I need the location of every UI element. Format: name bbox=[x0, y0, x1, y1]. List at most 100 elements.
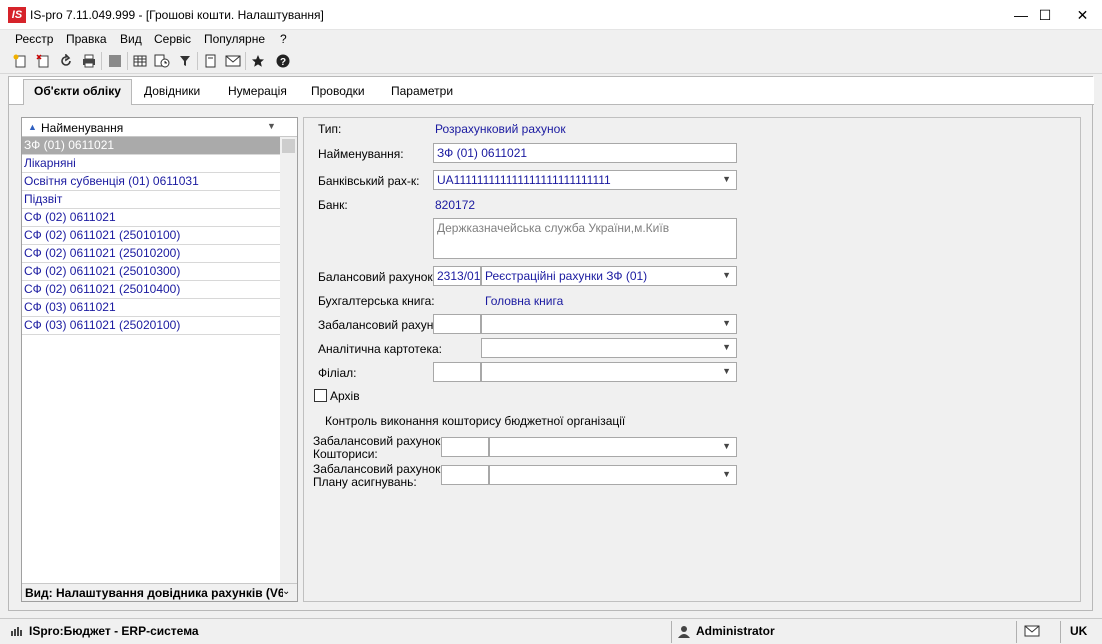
new-copy-icon[interactable] bbox=[33, 51, 53, 71]
list-item[interactable]: Освітня субвенція (01) 0611031 bbox=[22, 173, 280, 191]
balance-account-select[interactable]: Реєстраційні рахунки ЗФ (01) ▼ bbox=[481, 266, 737, 286]
title-bar: IS IS-pro 7.11.049.999 - [Грошові кошти.… bbox=[0, 0, 1102, 30]
mail-icon[interactable] bbox=[223, 51, 243, 71]
archive-label: Архів bbox=[330, 389, 360, 403]
ob-estimates-label: Забалансовий рахунок bbox=[313, 434, 441, 448]
ledger-book-label: Бухгалтерська книга: bbox=[318, 294, 435, 308]
mail-cell[interactable] bbox=[1016, 621, 1060, 643]
menu-popular[interactable]: Популярне bbox=[204, 32, 265, 46]
bank-name-field[interactable]: Держказначейська служба України,м.Київ bbox=[433, 218, 737, 259]
analytic-file-select[interactable]: ▼ bbox=[481, 338, 737, 358]
scrollbar-thumb[interactable] bbox=[282, 139, 295, 153]
ob-plan-code-field[interactable] bbox=[441, 465, 489, 485]
balance-account-code-field[interactable]: 2313/01 bbox=[433, 266, 481, 286]
mail-icon[interactable] bbox=[1024, 625, 1040, 640]
tab-postings[interactable]: Проводки bbox=[311, 84, 365, 98]
bank-account-label: Банківський рах-к: bbox=[318, 174, 420, 188]
chevron-down-icon[interactable]: ▼ bbox=[722, 441, 731, 451]
column-name-header[interactable]: Найменування bbox=[41, 121, 123, 135]
chevron-down-icon[interactable]: ▼ bbox=[722, 469, 731, 479]
new-doc-icon[interactable] bbox=[10, 51, 30, 71]
menu-registry[interactable]: Реєстр bbox=[15, 32, 53, 46]
list-item[interactable]: СФ (03) 0611021 (25020100) bbox=[22, 317, 280, 335]
tab-accounting-objects[interactable]: Об'єкти обліку bbox=[23, 79, 132, 106]
list-item[interactable]: СФ (03) 0611021 bbox=[22, 299, 280, 317]
help-icon[interactable]: ? bbox=[273, 51, 293, 71]
menu-help[interactable]: ? bbox=[280, 32, 287, 46]
list-item[interactable]: ЗФ (01) 0611021 bbox=[22, 137, 280, 155]
list-rows: ЗФ (01) 0611021 Лікарняні Освітня субвен… bbox=[22, 137, 280, 335]
app-status-text: ISpro:Бюджет - ERP-система bbox=[29, 624, 199, 638]
ob-plan-label: Забалансовий рахунок bbox=[313, 462, 441, 476]
maximize-button[interactable]: ☐ bbox=[1030, 0, 1060, 30]
list-item[interactable]: Підзвіт bbox=[22, 191, 280, 209]
print-icon[interactable] bbox=[79, 51, 99, 71]
chevron-down-icon[interactable]: ▼ bbox=[722, 366, 731, 376]
list-scrollbar[interactable] bbox=[280, 137, 297, 583]
status-bar: ISpro:Бюджет - ERP-система Administrator… bbox=[0, 618, 1102, 644]
window-title: IS-pro 7.11.049.999 - [Грошові кошти. На… bbox=[30, 8, 324, 22]
table-icon[interactable] bbox=[130, 51, 150, 71]
balance-account-name: Реєстраційні рахунки ЗФ (01) bbox=[485, 269, 648, 283]
view-label: Вид: Налаштування довідника рахунків (V6 bbox=[25, 586, 283, 600]
off-balance-code-field[interactable] bbox=[433, 314, 481, 334]
user-icon bbox=[678, 625, 690, 641]
name-field[interactable]: ЗФ (01) 0611021 bbox=[433, 143, 737, 163]
tab-directories[interactable]: Довідники bbox=[144, 84, 200, 98]
name-label: Найменування: bbox=[318, 147, 404, 161]
menu-view[interactable]: Вид bbox=[120, 32, 142, 46]
branch-code-field[interactable] bbox=[433, 362, 481, 382]
off-balance-select[interactable]: ▼ bbox=[481, 314, 737, 334]
chevron-down-icon[interactable]: ⌄ bbox=[282, 586, 290, 597]
attach-icon[interactable] bbox=[200, 51, 220, 71]
toolbar-separator bbox=[197, 52, 198, 70]
close-button[interactable]: ✕ bbox=[1063, 0, 1102, 30]
menu-bar: Реєстр Правка Вид Сервіс Популярне ? bbox=[0, 30, 1102, 48]
budget-control-header: Контроль виконання кошторису бюджетної о… bbox=[325, 414, 626, 428]
balance-account-label: Балансовий рахунок: bbox=[318, 270, 437, 284]
ob-plan-label-2: Плану асигнувань: bbox=[313, 475, 417, 489]
ledger-book-value: Головна книга bbox=[485, 294, 564, 308]
list-item[interactable]: СФ (02) 0611021 (25010200) bbox=[22, 245, 280, 263]
menu-service[interactable]: Сервіс bbox=[154, 32, 191, 46]
ob-estimates-label-2: Кошториси: bbox=[313, 447, 378, 461]
list-item[interactable]: СФ (02) 0611021 (25010100) bbox=[22, 227, 280, 245]
list-item[interactable]: СФ (02) 0611021 (25010400) bbox=[22, 281, 280, 299]
bank-account-select[interactable]: UA111111111111111111111111111 ▼ bbox=[433, 170, 737, 190]
main-frame: Об'єкти обліку Довідники Нумерація Прово… bbox=[8, 76, 1094, 611]
filter-icon[interactable] bbox=[175, 51, 195, 71]
tab-parameters[interactable]: Параметри bbox=[391, 84, 453, 98]
list-view-selector[interactable]: Вид: Налаштування довідника рахунків (V6… bbox=[22, 583, 297, 601]
analytic-file-label: Аналітична картотека: bbox=[318, 342, 442, 356]
tab-numbering[interactable]: Нумерація bbox=[228, 84, 287, 98]
refresh-icon[interactable] bbox=[56, 51, 76, 71]
chevron-down-icon[interactable]: ▼ bbox=[722, 318, 731, 328]
menu-edit[interactable]: Правка bbox=[66, 32, 107, 46]
details-form: Тип: Розрахунковий рахунок Найменування:… bbox=[303, 117, 1081, 602]
chevron-down-icon[interactable]: ▼ bbox=[722, 270, 731, 280]
stop-icon[interactable] bbox=[105, 51, 125, 71]
chevron-down-icon[interactable]: ▼ bbox=[722, 174, 731, 184]
list-item[interactable]: Лікарняні bbox=[22, 155, 280, 173]
branch-select[interactable]: ▼ bbox=[481, 362, 737, 382]
history-icon[interactable] bbox=[152, 51, 172, 71]
bank-label: Банк: bbox=[318, 198, 348, 212]
language-cell[interactable]: UK bbox=[1060, 621, 1102, 643]
ob-estimates-code-field[interactable] bbox=[441, 437, 489, 457]
list-item[interactable]: СФ (02) 0611021 (25010300) bbox=[22, 263, 280, 281]
column-dropdown-icon[interactable]: ▼ bbox=[267, 121, 276, 131]
ob-estimates-select[interactable]: ▼ bbox=[489, 437, 737, 457]
branch-label: Філіал: bbox=[318, 366, 357, 380]
ob-plan-select[interactable]: ▼ bbox=[489, 465, 737, 485]
chevron-down-icon[interactable]: ▼ bbox=[722, 342, 731, 352]
user-name: Administrator bbox=[696, 624, 775, 638]
archive-checkbox[interactable] bbox=[314, 389, 327, 402]
favorite-icon[interactable] bbox=[248, 51, 268, 71]
app-logo-icon: IS bbox=[8, 7, 26, 23]
toolbar-separator bbox=[245, 52, 246, 70]
bank-code: 820172 bbox=[435, 198, 476, 212]
list-item[interactable]: СФ (02) 0611021 bbox=[22, 209, 280, 227]
list-header[interactable]: ▲ Найменування ▼ bbox=[22, 118, 297, 137]
type-label: Тип: bbox=[318, 122, 342, 136]
off-balance-account-label: Забалансовий рахунок: bbox=[318, 318, 449, 332]
